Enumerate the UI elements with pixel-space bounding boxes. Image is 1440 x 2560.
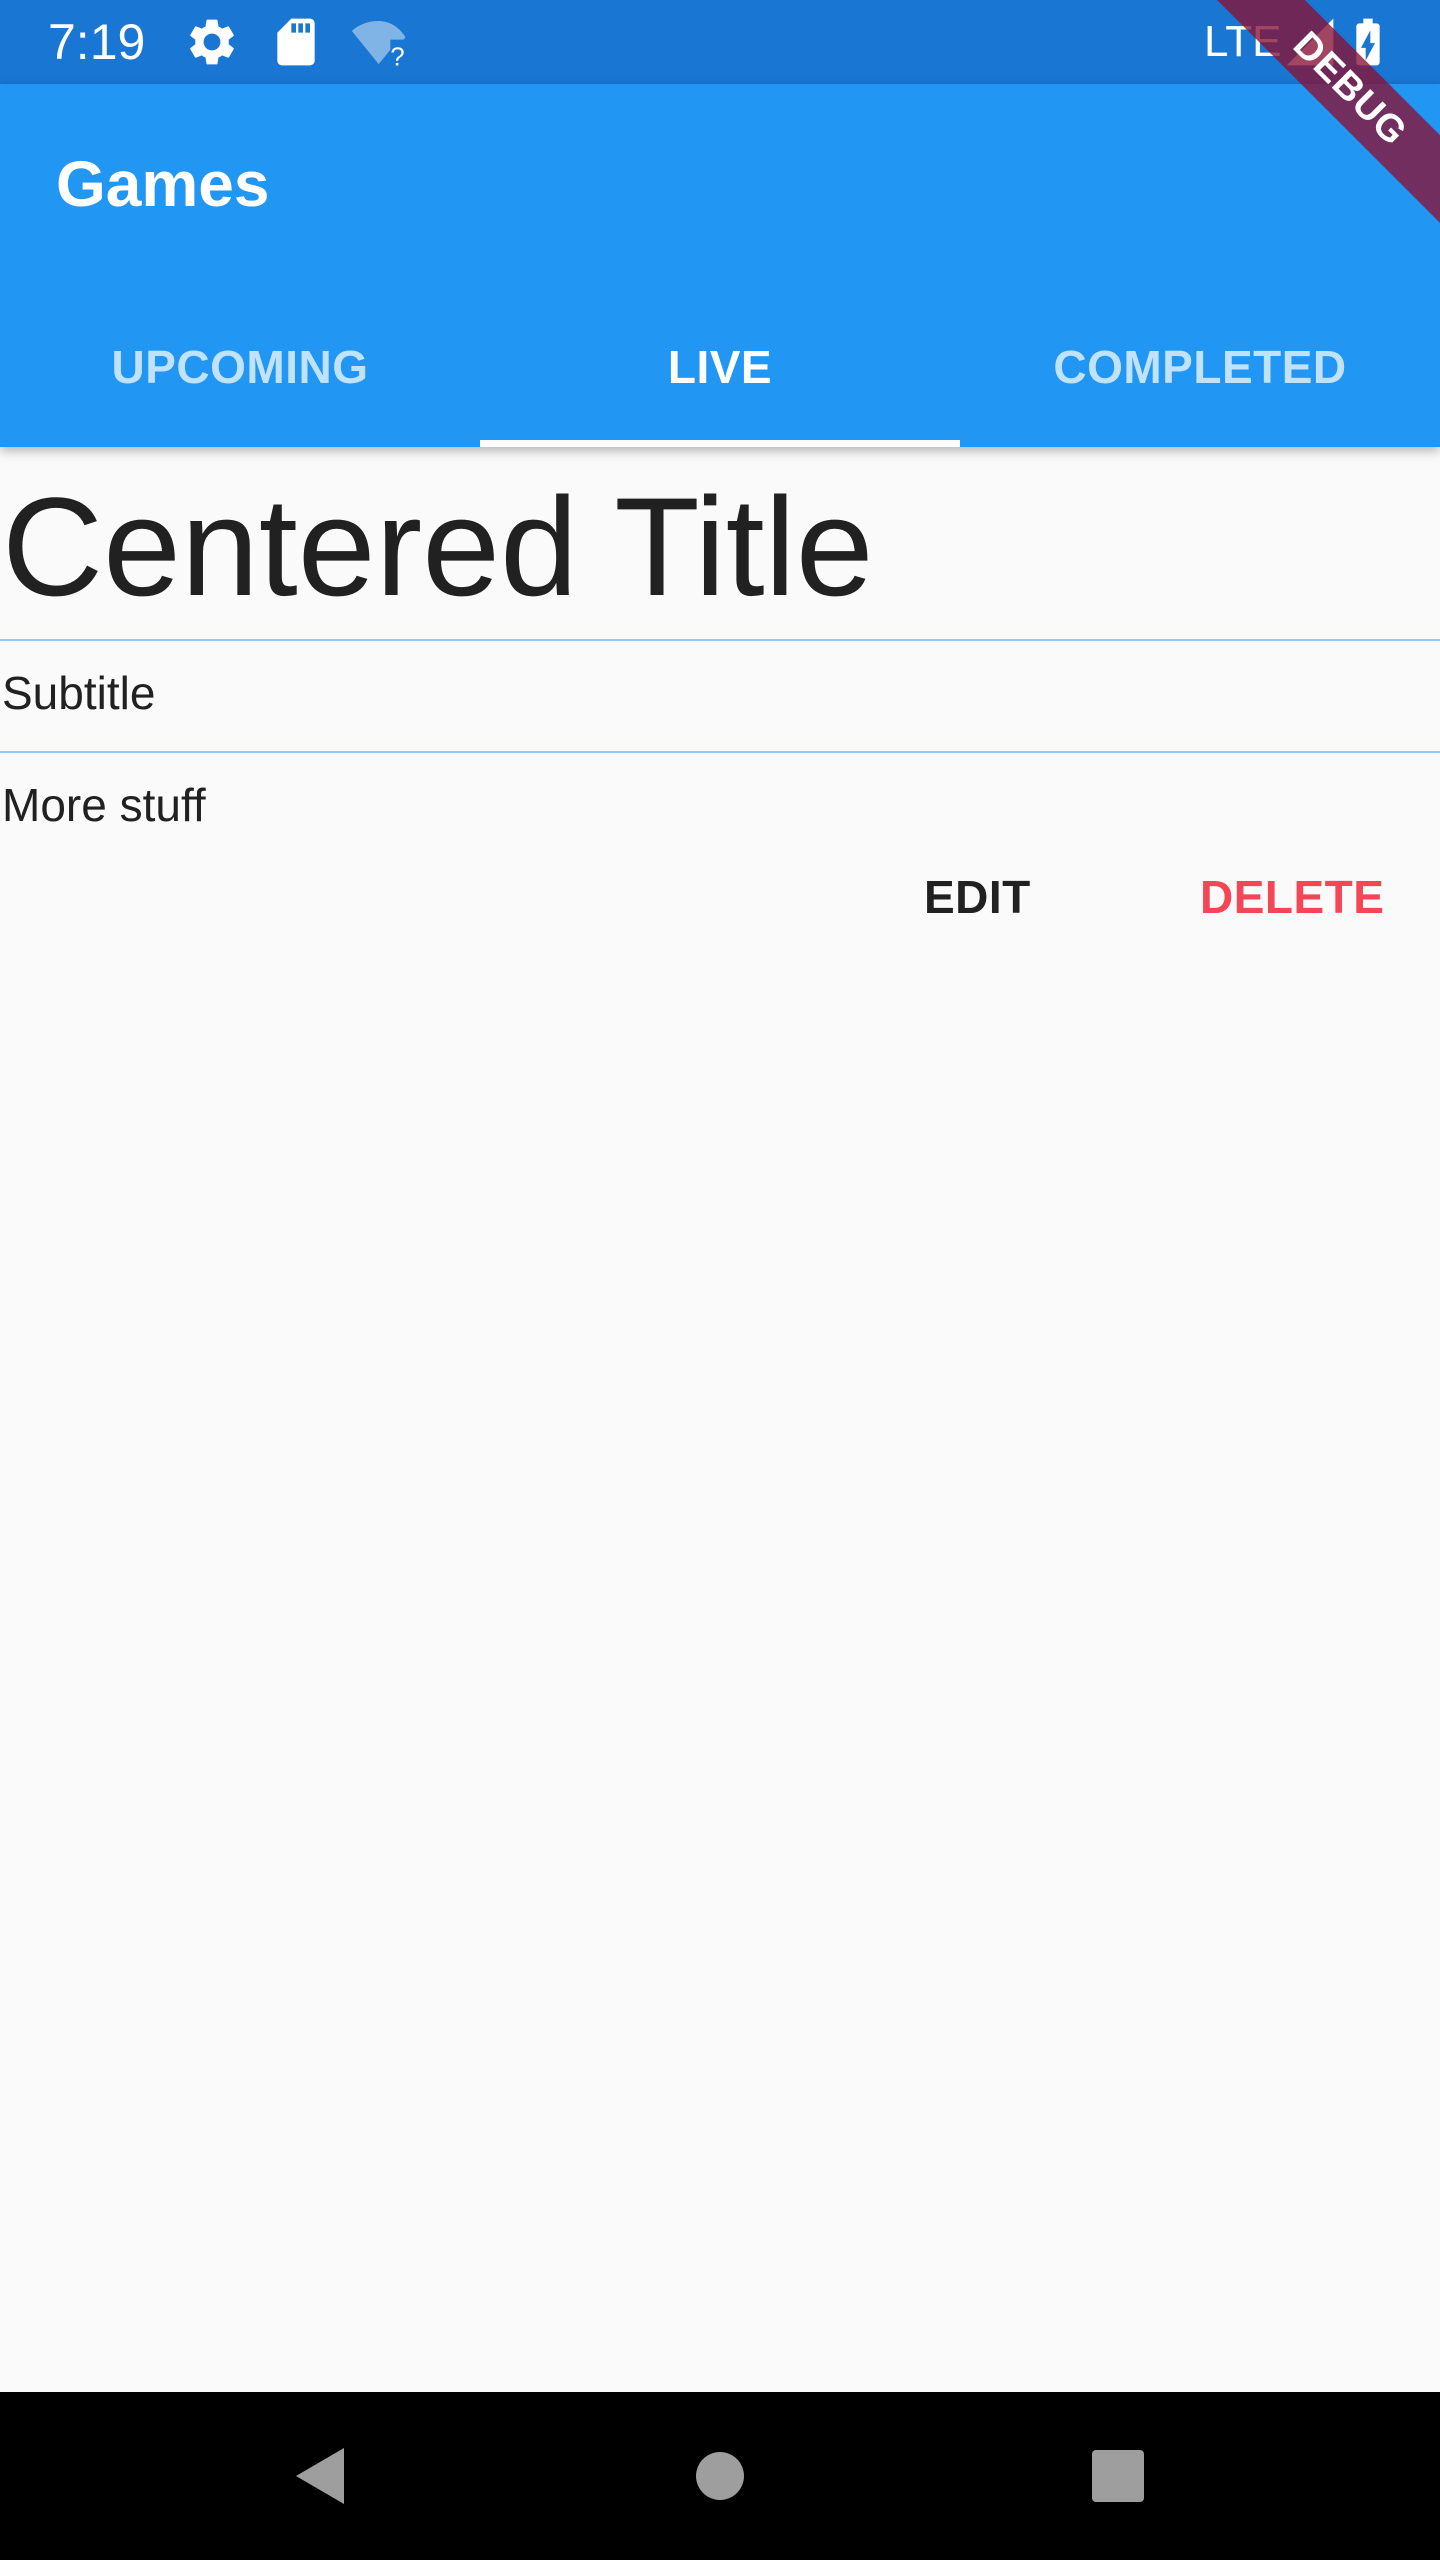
tab-label: LIVE (667, 341, 773, 393)
page-title: Games (56, 148, 270, 220)
card-body: More stuff (2, 779, 206, 831)
status-time: 7:19 (48, 14, 146, 70)
tab-label: UPCOMING (111, 341, 369, 393)
status-bar: 7:19 ? LTE (0, 0, 1440, 84)
tab-live[interactable]: LIVE (480, 287, 960, 447)
navigation-bar (0, 2392, 1440, 2560)
card-title: Centered Title (2, 468, 874, 625)
home-icon[interactable] (680, 2436, 760, 2516)
svg-text:?: ? (390, 43, 404, 70)
edit-button[interactable]: EDIT (900, 857, 1055, 937)
back-icon[interactable] (280, 2436, 360, 2516)
delete-button[interactable]: DELETE (1176, 857, 1408, 937)
sd-card-icon (268, 14, 324, 70)
tab-indicator (480, 440, 960, 447)
divider (0, 639, 1440, 641)
tab-upcoming[interactable]: UPCOMING (0, 287, 480, 447)
tab-completed[interactable]: COMPLETED (960, 287, 1440, 447)
tab-bar: UPCOMING LIVE COMPLETED (0, 287, 1440, 447)
tab-label: COMPLETED (1053, 341, 1347, 393)
divider (0, 751, 1440, 753)
app-bar: Games UPCOMING LIVE COMPLETED (0, 84, 1440, 447)
wifi-question-icon: ? (350, 14, 406, 71)
screen: 7:19 ? LTE Games UPCOMING LIVE COMPLETED… (0, 0, 1440, 2560)
card-subtitle: Subtitle (2, 667, 156, 719)
recents-icon[interactable] (1078, 2436, 1158, 2516)
settings-icon (184, 14, 240, 70)
